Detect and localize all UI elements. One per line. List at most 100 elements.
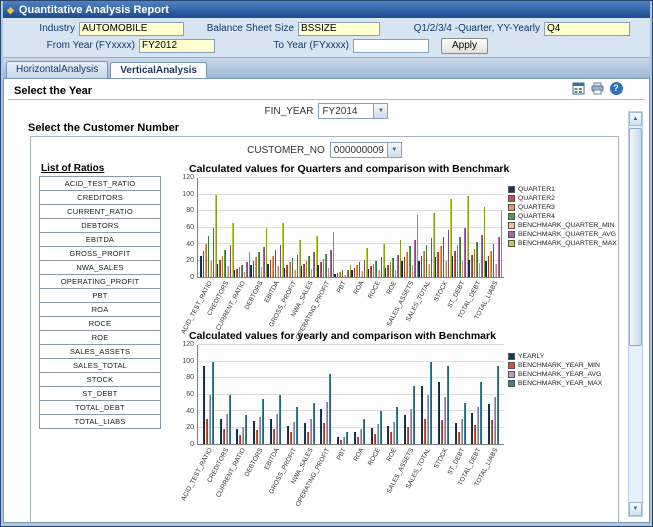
chevron-down-icon[interactable] [386,143,401,157]
bar-group [418,178,435,277]
bar [294,269,296,277]
bar [334,273,336,277]
help-icon[interactable]: ? [609,81,623,95]
legend-item: QUARTER1 [508,186,610,193]
bar-group [317,345,334,444]
ratio-cell: OPERATING_PROFIT [39,274,161,289]
fin-year-select[interactable]: FY2014 [318,103,389,119]
legend-label: BENCHMARK_YEAR_MAX [518,380,603,387]
export-icon[interactable] [571,81,585,95]
bar-group [334,178,352,277]
bar [477,406,480,444]
category-label: SALES_TOTAL [405,280,433,323]
legend-label: QUARTER3 [518,204,555,211]
bar [390,432,393,444]
bar [353,267,356,277]
bar [424,419,427,444]
bar [323,422,326,444]
from-year-input[interactable] [139,38,215,53]
chart-title: Calculated values for yearly and compari… [189,330,496,342]
bar [443,396,446,444]
bar [211,361,214,444]
bar-group [401,345,418,444]
bar [210,260,212,277]
bar [384,267,387,277]
bar [263,247,265,277]
tab-vertical-analysis[interactable]: VerticalAnalysis [110,62,207,79]
bar [253,420,256,444]
bar [216,263,219,277]
plot-area [197,344,504,445]
quarter-input[interactable] [544,21,630,36]
bar [309,419,312,444]
ratio-cell: CURRENT_RATIO [39,204,161,219]
bar [242,426,245,444]
bar [497,365,500,444]
apply-button[interactable]: Apply [441,37,489,54]
bar [379,411,382,444]
bar [437,382,440,444]
category-label: OPERATING_PROFIT [294,447,332,508]
customer-no-select[interactable]: 000000009 [329,142,402,158]
y-axis-tick: 80 [186,374,194,382]
ratio-cell: CREDITORS [39,190,161,205]
ratio-cell: EBITDA [39,232,161,247]
bar [376,424,379,444]
bar [219,419,222,444]
bar [359,429,362,444]
bar [473,248,476,277]
bar [409,245,411,277]
bar [222,429,225,444]
to-year-input[interactable] [353,38,429,53]
x-axis-labels: ACID_TEST_RATIO CREDITORS CURRENT_RATIO DEB… [180,278,504,341]
bar [389,262,392,277]
scroll-track[interactable] [629,126,642,502]
bar [343,436,346,444]
bar-group [334,345,351,444]
scroll-up-button[interactable] [629,112,642,126]
legend-label: QUARTER2 [518,195,555,202]
legend-item: QUARTER4 [508,213,610,220]
legend-swatch [508,231,515,238]
bar [291,258,294,277]
category-label: ROCE [366,447,382,467]
bar [306,431,309,444]
bar [336,272,339,277]
bar [396,406,399,444]
bar [205,419,208,444]
select-year-label: Select the Year [14,85,93,97]
bar [420,256,423,277]
chevron-down-icon[interactable] [373,104,388,118]
bar [401,261,403,277]
bar [454,251,456,277]
bar-group [469,345,486,444]
bar [295,406,298,444]
ratio-cell: STOCK [39,372,161,387]
balance-sheet-size-input[interactable] [298,21,380,36]
bar-group [216,178,234,277]
bar [375,260,377,277]
bar [219,259,221,277]
scroll-down-button[interactable] [629,502,642,516]
bar [358,262,361,277]
bar [308,256,310,277]
bar [457,431,460,444]
bar [407,426,410,444]
y-axis-tick: 100 [182,357,194,365]
scroll-thumb[interactable] [629,128,642,347]
bar [440,245,442,277]
bar-group [351,345,368,444]
bar [362,419,365,444]
bar [225,414,228,444]
vertical-scrollbar[interactable] [628,111,643,517]
analysis-content-panel: CUSTOMER_NO 000000009 List of Ratios ACI… [30,136,619,522]
legend-swatch [508,195,515,202]
panel-toolbar: ? [571,81,623,95]
tab-horizontal-analysis[interactable]: HorizontalAnalysis [6,61,109,78]
bar [205,244,207,277]
industry-input[interactable] [79,21,184,36]
bar [495,263,497,277]
bar [288,262,291,277]
divider [8,99,645,100]
print-icon[interactable] [590,81,604,95]
